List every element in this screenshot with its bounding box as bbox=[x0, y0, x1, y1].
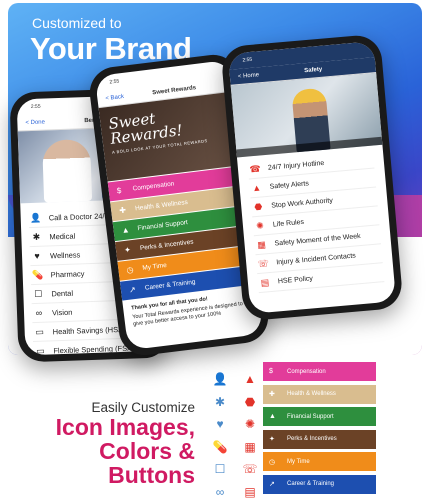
button-label: Career & Training bbox=[287, 481, 335, 487]
list-item-label: Stop Work Authority bbox=[270, 196, 334, 210]
list-item-label: 24/7 Injury Hotline bbox=[267, 159, 325, 172]
calendar-icon: ▦ bbox=[256, 238, 267, 250]
doctor-icon: 👤 bbox=[212, 372, 228, 387]
button-samples: $ Compensation ✚ Health & Wellness ▲ Financia… bbox=[263, 362, 376, 497]
tooth-icon: ☐ bbox=[34, 288, 43, 299]
status-time: 2:55 bbox=[109, 78, 120, 86]
button-icon: ◷ bbox=[126, 265, 135, 275]
phone-safety: 2:55 < Home Safety ☎ 24/7 Injury Hotline ▲… bbox=[220, 33, 404, 322]
button-label: My Time bbox=[142, 261, 168, 272]
safety-list: ☎ 24/7 Injury Hotline ▲ Safety Alerts ⬣ Stop … bbox=[237, 145, 395, 298]
pills-icon: 💊 bbox=[31, 269, 44, 281]
stop-icon: ⬣ bbox=[244, 394, 256, 409]
phone-safety-screen: 2:55 < Home Safety ☎ 24/7 Injury Hotline ▲… bbox=[227, 41, 397, 314]
button-icon: $ bbox=[116, 185, 122, 196]
button-label: Perks & Incentives bbox=[287, 436, 337, 442]
warning-icon: ▲ bbox=[251, 182, 262, 194]
button-label: Financial Support bbox=[287, 413, 334, 420]
icon-pair: ☐ ☏ bbox=[210, 458, 260, 481]
button-icon: ✦ bbox=[269, 436, 275, 443]
button-icon: ↗ bbox=[128, 284, 137, 295]
list-item-label: Pharmacy bbox=[50, 268, 85, 279]
status-time: 2:55 bbox=[242, 56, 253, 64]
pills-icon: 💊 bbox=[212, 439, 228, 454]
spending-icon: ▭ bbox=[35, 345, 45, 356]
glasses-icon: ∞ bbox=[35, 307, 43, 318]
button-icon: ✦ bbox=[123, 245, 132, 255]
customize-subtitle: Easily Customize bbox=[91, 400, 195, 415]
medical-star-icon: ✱ bbox=[214, 394, 226, 409]
customize-title-line: Colors & bbox=[99, 438, 195, 464]
tooth-icon: ☐ bbox=[214, 462, 226, 477]
list-item-label: Dental bbox=[51, 288, 74, 298]
button-label: Health & Wellness bbox=[134, 198, 189, 213]
button-icon: ✚ bbox=[269, 391, 275, 398]
list-item-label: Health Savings (HSA) bbox=[52, 324, 126, 336]
sample-button[interactable]: ▲ Financial Support bbox=[263, 407, 376, 426]
savings-icon: ▭ bbox=[35, 326, 45, 337]
glasses-icon: ∞ bbox=[215, 484, 225, 499]
list-item-label: Flexible Spending (FSA) bbox=[53, 343, 135, 355]
back-button[interactable]: < Home bbox=[238, 72, 260, 80]
customize-callout: Easily Customize Icon Images, Colors & B… bbox=[40, 400, 195, 487]
customize-title-line: Buttons bbox=[108, 462, 195, 488]
sun-icon: ✺ bbox=[244, 417, 256, 432]
sample-button[interactable]: ◷ My Time bbox=[263, 452, 376, 471]
button-label: Compensation bbox=[132, 180, 175, 193]
phone-icon: ☎ bbox=[248, 162, 262, 174]
list-item-label: Call a Doctor 24/7 bbox=[48, 210, 109, 222]
list-item-label: Medical bbox=[49, 231, 76, 241]
document-icon: ▤ bbox=[244, 484, 256, 499]
icon-pair: ♥ ✺ bbox=[210, 413, 260, 436]
list-item-label: Safety Moment of the Week bbox=[274, 232, 361, 247]
list-item-label: Safety Alerts bbox=[269, 179, 310, 191]
customize-title-line: Icon Images, bbox=[55, 414, 195, 440]
sample-button[interactable]: ✦ Perks & Incentives bbox=[263, 429, 376, 449]
back-button[interactable]: < Done bbox=[25, 119, 45, 126]
icon-pair: ✱ ⬣ bbox=[210, 391, 260, 414]
sample-button[interactable]: $ Compensation bbox=[263, 362, 376, 381]
warning-icon: ▲ bbox=[244, 372, 256, 387]
list-item-label: Wellness bbox=[49, 249, 81, 260]
icon-samples: 👤 ▲ ✱ ⬣ ♥ ✺ 💊 ▦ ☐ ☏ ∞ ▤ bbox=[210, 368, 260, 503]
button-label: Career & Training bbox=[144, 278, 196, 292]
button-label: Health & Wellness bbox=[287, 391, 336, 397]
icon-pair: 👤 ▲ bbox=[210, 368, 260, 391]
document-icon: ▤ bbox=[260, 276, 270, 288]
hero-subtitle: Customized to bbox=[32, 15, 122, 31]
sample-button[interactable]: ↗ Career & Training bbox=[263, 474, 376, 494]
list-item-label: Life Rules bbox=[272, 218, 305, 229]
button-label: My Time bbox=[287, 458, 310, 465]
icon-pair: ∞ ▤ bbox=[210, 481, 260, 504]
medical-star-icon: ✱ bbox=[32, 231, 41, 243]
button-icon: ▲ bbox=[121, 225, 131, 236]
safety-video[interactable] bbox=[230, 73, 383, 158]
doctor-icon: 👤 bbox=[29, 212, 42, 224]
button-icon: ◷ bbox=[269, 458, 276, 466]
heart-icon: ♥ bbox=[216, 417, 224, 432]
icon-pair: 💊 ▦ bbox=[210, 436, 260, 459]
button-icon: ↗ bbox=[269, 481, 275, 488]
sun-icon: ✺ bbox=[255, 219, 265, 231]
calendar-icon: ▦ bbox=[244, 439, 256, 454]
phone-incident-icon: ☏ bbox=[242, 462, 258, 477]
back-button[interactable]: < Back bbox=[105, 93, 124, 101]
heart-icon: ♥ bbox=[34, 250, 40, 261]
list-item-label: Vision bbox=[51, 307, 73, 317]
phone-incident-icon: ☏ bbox=[257, 257, 270, 269]
button-label: Compensation bbox=[287, 368, 326, 375]
button-icon: $ bbox=[269, 368, 273, 375]
list-item-label: HSE Policy bbox=[277, 274, 314, 285]
sample-button[interactable]: ✚ Health & Wellness bbox=[263, 384, 376, 404]
button-icon: ▲ bbox=[269, 413, 276, 420]
status-time: 2:55 bbox=[30, 103, 41, 110]
button-label: Financial Support bbox=[137, 219, 189, 233]
button-icon: ✚ bbox=[118, 205, 127, 216]
stop-icon: ⬣ bbox=[253, 200, 263, 212]
button-label: Perks & Incentives bbox=[139, 238, 194, 253]
doctor-figure bbox=[42, 138, 93, 203]
list-item-label: Injury & Incident Contacts bbox=[275, 251, 357, 266]
